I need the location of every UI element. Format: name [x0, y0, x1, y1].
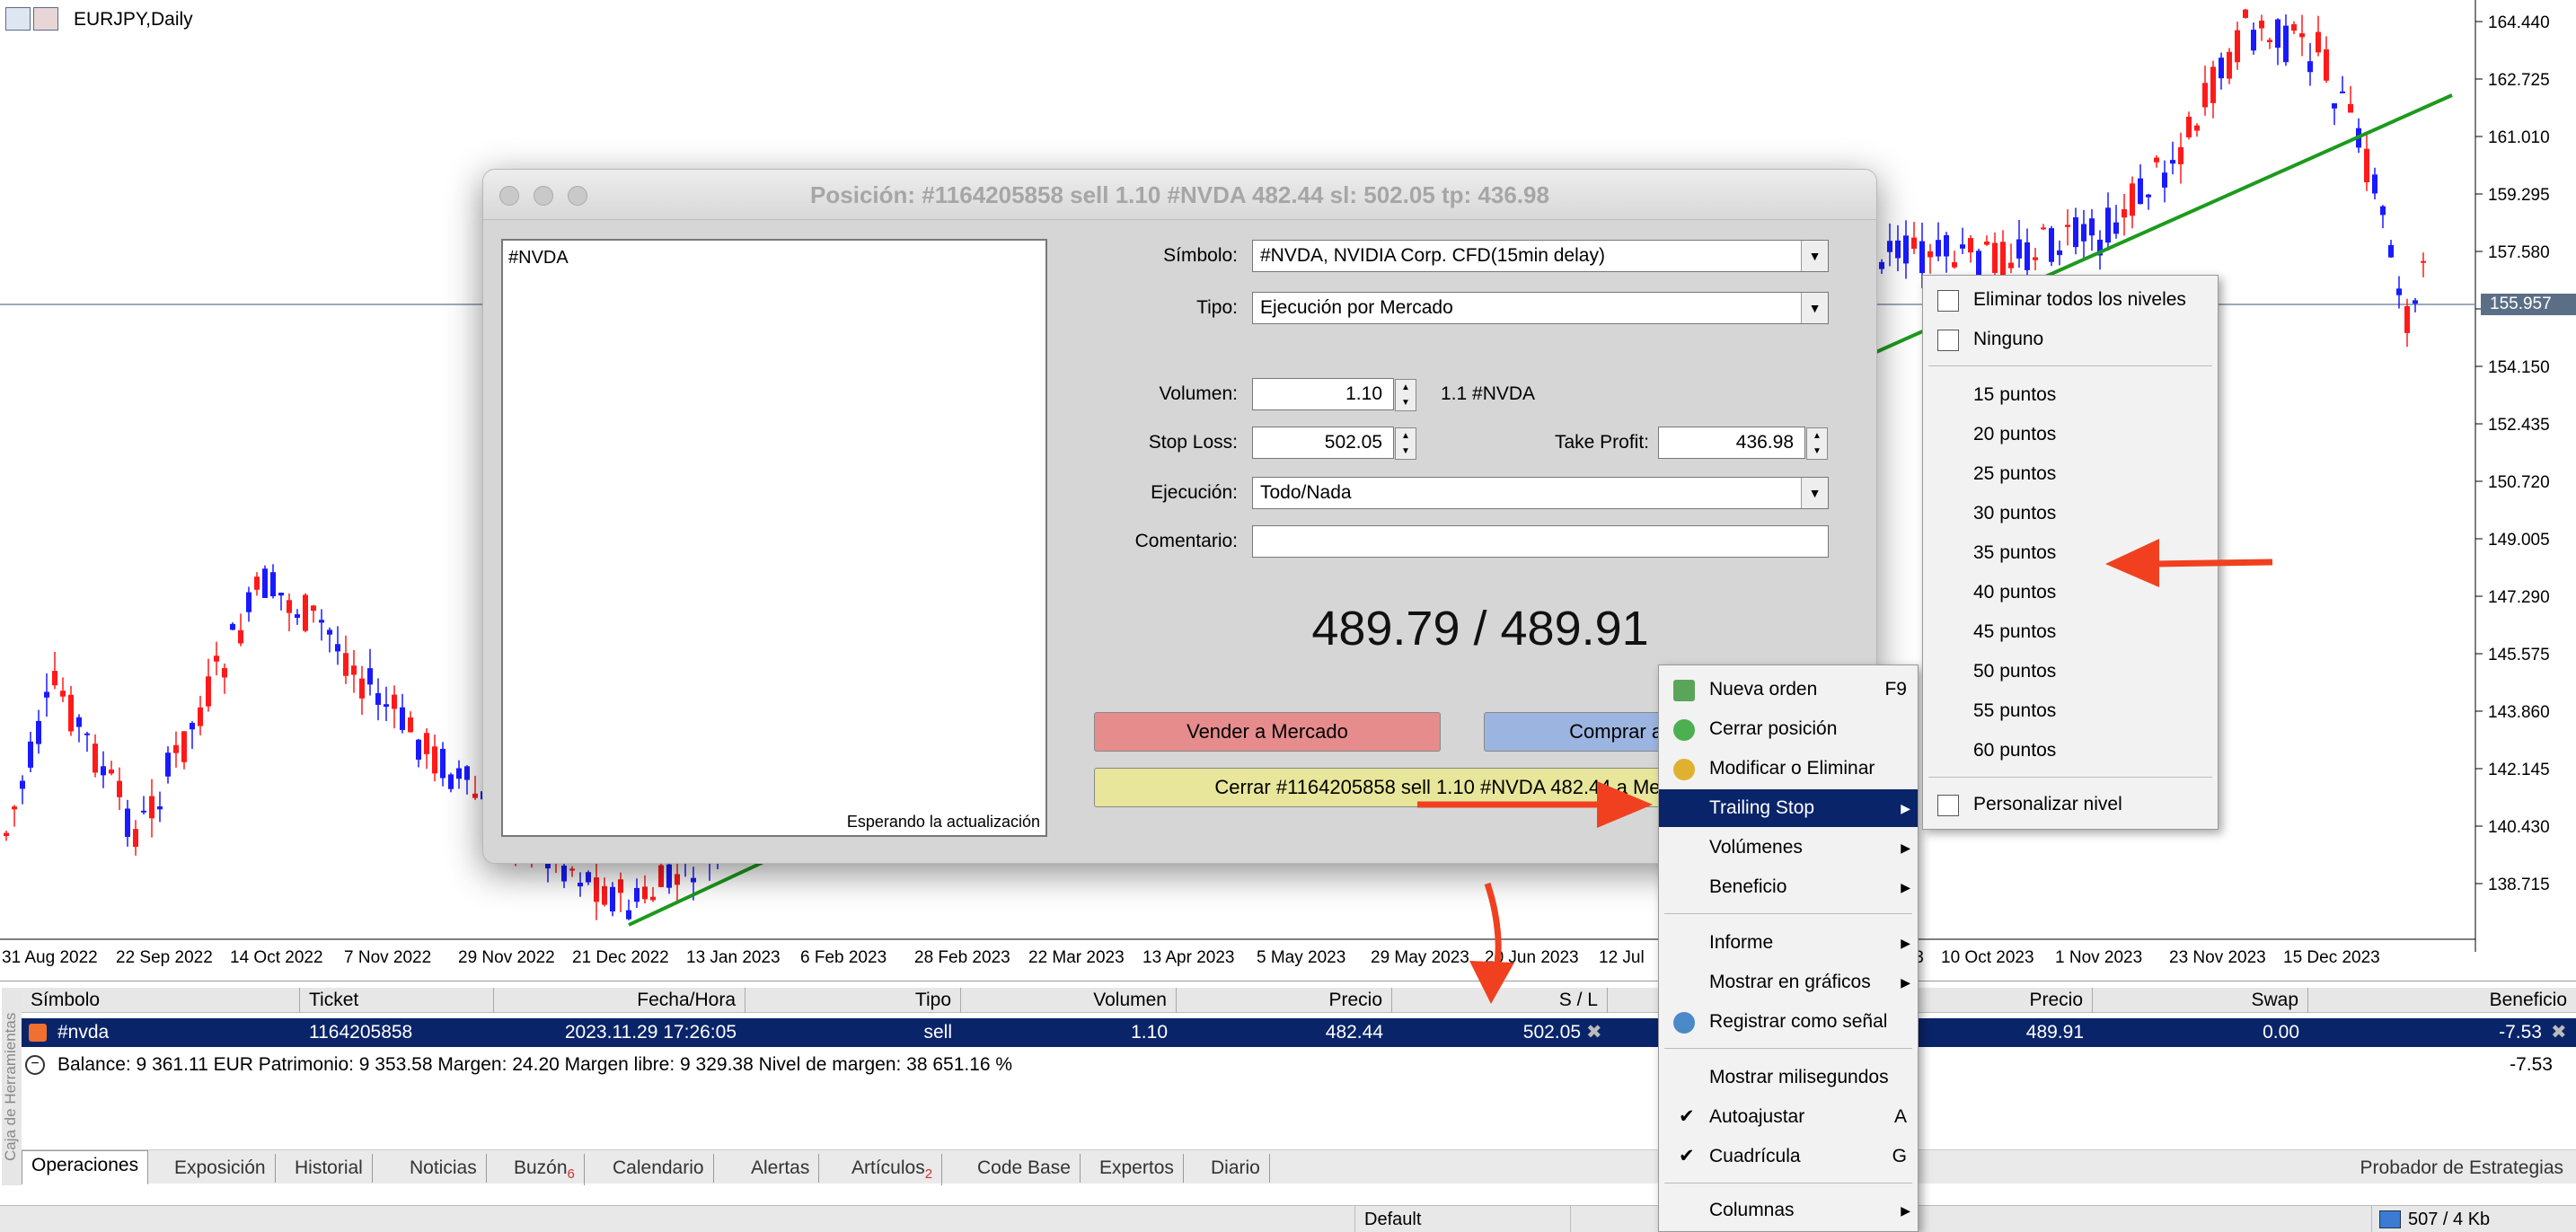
arrow-to-sl-column	[1469, 882, 1514, 1004]
arrow-to-trailing-stop	[1417, 781, 1653, 828]
annotation-arrows	[1417, 539, 2273, 1004]
arrow-to-35-points	[2105, 539, 2273, 587]
